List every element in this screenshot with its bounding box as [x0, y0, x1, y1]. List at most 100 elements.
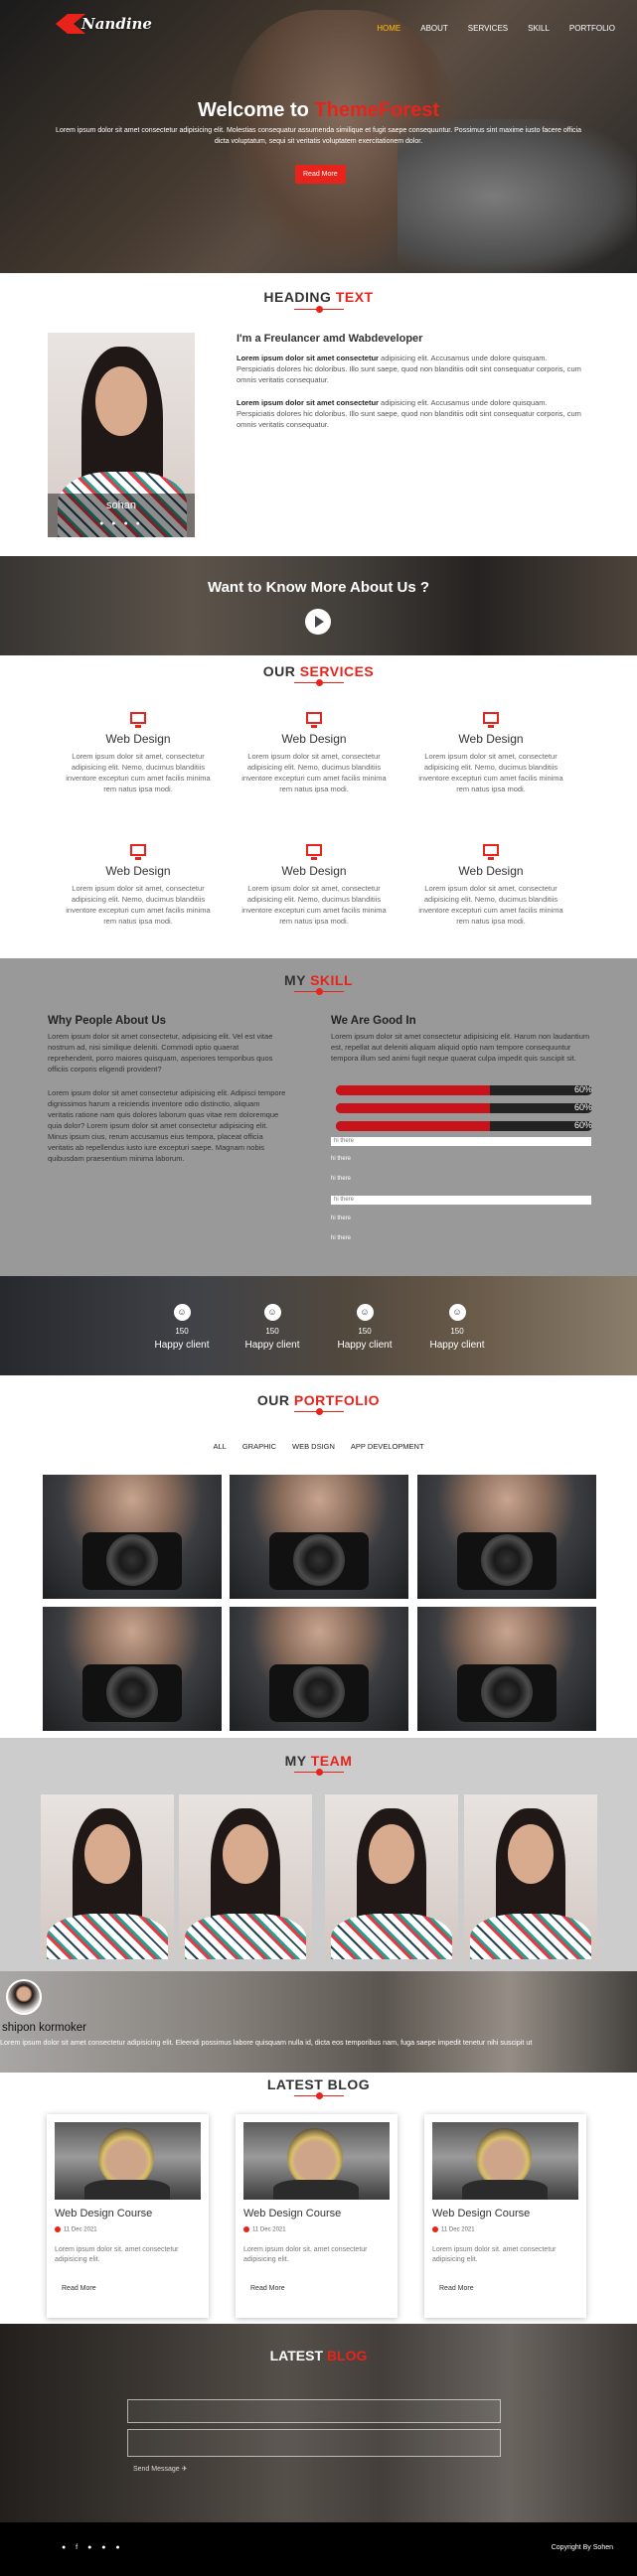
team-member-photo[interactable]: [179, 1794, 312, 1959]
service-text: Lorem ipsum dolor sit amet, consectetur …: [241, 884, 387, 926]
services-title-highlight: SERVICES: [299, 663, 375, 679]
filter-web-design[interactable]: WEB DSIGN: [292, 1442, 335, 1451]
nav-skill[interactable]: SKILL: [528, 24, 550, 33]
blog-section: LATEST BLOG Web Design Course 11 Dec 202…: [0, 2073, 637, 2324]
team-photo-face: [223, 1824, 268, 1884]
counter-overlay: [0, 1276, 637, 1375]
about-heading: I'm a Freulancer amd Wabdeveloper: [237, 333, 423, 345]
blog-image[interactable]: [432, 2122, 578, 2200]
about-paragraph-1: Lorem ipsum dolor sit amet consectetur a…: [237, 353, 582, 385]
team-photo-shirt: [47, 1914, 168, 1959]
counter-item: ☺ 150 Happy client: [412, 1304, 502, 1351]
portfolio-title-prefix: OUR: [256, 1392, 294, 1408]
blog-card-text: Lorem ipsum dolor sit. amet consectetur …: [243, 2246, 368, 2263]
profile-card: sohan ● ● ● ●: [48, 333, 195, 537]
skill-left-paragraph-1: Lorem ipsum dolor sit amet consectetur, …: [48, 1032, 273, 1073]
blog-photo-head: [98, 2128, 154, 2188]
hero-title: Welcome to ThemeForest: [0, 99, 637, 122]
blog-photo-head: [287, 2128, 343, 2188]
service-title: Web Design: [458, 732, 524, 746]
portfolio-image[interactable]: [230, 1607, 408, 1731]
profile-social-icons[interactable]: ● ● ● ●: [48, 520, 195, 527]
about-title: HEADING TEXT: [0, 289, 637, 305]
about-title-highlight: TEXT: [335, 289, 374, 305]
counter-number: 150: [358, 1327, 372, 1336]
read-more-link[interactable]: Read More: [62, 2285, 96, 2292]
blog-card-date: 11 Dec 2021: [432, 2226, 475, 2233]
testimonial-text: Lorem ipsum dolor sit amet consectetur a…: [0, 2038, 533, 2047]
blog-card-title[interactable]: Web Design Course: [55, 2208, 152, 2219]
counter-section: ☺ 150 Happy client ☺ 150 Happy client ☺ …: [0, 1276, 637, 1375]
nav-about[interactable]: ABOUT: [420, 24, 448, 33]
team-photo-shirt: [331, 1914, 452, 1959]
service-card: Web Design Lorem ipsum dolor sit amet, c…: [411, 712, 570, 794]
service-text: Lorem ipsum dolor sit amet, consectetur …: [418, 752, 563, 793]
portfolio-image[interactable]: [230, 1475, 408, 1599]
team-member-photo[interactable]: [41, 1794, 174, 1959]
service-title: Web Design: [281, 732, 347, 746]
service-card: Web Design Lorem ipsum dolor sit amet, c…: [59, 844, 218, 927]
blog-card-title[interactable]: Web Design Course: [432, 2208, 530, 2219]
blog-title: LATEST BLOG: [266, 2076, 371, 2092]
footer: ● f ● ● ● Copyright By Sohen: [0, 2522, 637, 2576]
footer-social-icons[interactable]: ● f ● ● ●: [62, 2544, 124, 2551]
filter-app-development[interactable]: APP DEVELOPMENT: [351, 1442, 424, 1451]
video-overlay: [0, 556, 637, 655]
nav-services[interactable]: SERVICES: [468, 24, 508, 33]
hero-text: Lorem ipsum dolor sit amet consectetur a…: [55, 127, 582, 145]
skill-field[interactable]: hi there: [331, 1137, 591, 1146]
monitor-icon: [483, 844, 499, 860]
team-title: MY TEAM: [0, 1753, 637, 1769]
blog-image[interactable]: [55, 2122, 201, 2200]
read-more-link[interactable]: Read More: [439, 2285, 474, 2292]
services-title-prefix: OUR: [262, 663, 300, 679]
filter-graphic[interactable]: GRAPHIC: [242, 1442, 276, 1451]
play-icon[interactable]: [305, 609, 331, 635]
nav-portfolio[interactable]: PORTFOLIO: [569, 24, 615, 33]
read-more-link[interactable]: Read More: [250, 2285, 285, 2292]
portfolio-title-highlight: PORTFOLIO: [293, 1392, 381, 1408]
blog-photo-body: [462, 2180, 548, 2200]
team-member-photo[interactable]: [325, 1794, 458, 1959]
contact-message-textarea[interactable]: [127, 2429, 501, 2457]
camera-lens: [293, 1534, 345, 1586]
contact-name-input[interactable]: [127, 2399, 501, 2423]
client-icon: ☺: [448, 1304, 466, 1321]
blog-photo-body: [84, 2180, 170, 2200]
team-member-photo[interactable]: [464, 1794, 597, 1959]
portfolio-image[interactable]: [417, 1475, 596, 1599]
team-title-prefix: MY: [284, 1753, 311, 1769]
skill-progress-fill: [336, 1103, 490, 1113]
client-icon: ☺: [356, 1304, 374, 1321]
service-text: Lorem ipsum dolor sit amet, consectetur …: [66, 752, 211, 793]
site-logo[interactable]: Nandine: [56, 14, 152, 34]
portfolio-image[interactable]: [43, 1475, 222, 1599]
send-message-button[interactable]: Send Message ✈: [133, 2465, 188, 2473]
blog-card: Web Design Course 11 Dec 2021 Lorem ipsu…: [424, 2114, 586, 2318]
blog-image[interactable]: [243, 2122, 390, 2200]
service-card: Web Design Lorem ipsum dolor sit amet, c…: [235, 844, 394, 927]
skill-field-label: hi there: [331, 1156, 352, 1162]
skill-field[interactable]: hi there: [331, 1196, 591, 1205]
team-title-highlight: TEAM: [310, 1753, 353, 1769]
monitor-icon: [130, 844, 146, 860]
service-title: Web Design: [105, 864, 171, 878]
blog-card-title[interactable]: Web Design Course: [243, 2208, 341, 2219]
counter-item: ☺ 150 Happy client: [320, 1304, 409, 1351]
team-photo-shirt: [185, 1914, 306, 1959]
portfolio-image[interactable]: [43, 1607, 222, 1731]
service-card: Web Design Lorem ipsum dolor sit amet, c…: [235, 712, 394, 794]
hero-section: Nandine HOME ABOUT SERVICES SKILL PORTFO…: [0, 0, 637, 273]
team-photo-shirt: [470, 1914, 591, 1959]
skill-progress-fill: [336, 1121, 490, 1131]
footer-copyright: Copyright By Sohen: [551, 2544, 613, 2551]
portfolio-title-dot: [316, 1408, 323, 1415]
monitor-icon: [306, 712, 322, 728]
portfolio-title: OUR PORTFOLIO: [0, 1392, 637, 1408]
nav-home[interactable]: HOME: [377, 24, 400, 33]
client-icon: ☺: [173, 1304, 191, 1321]
monitor-icon: [306, 844, 322, 860]
hero-read-more-button[interactable]: Read More: [295, 165, 346, 184]
portfolio-image[interactable]: [417, 1607, 596, 1731]
filter-all[interactable]: ALL: [213, 1442, 226, 1451]
